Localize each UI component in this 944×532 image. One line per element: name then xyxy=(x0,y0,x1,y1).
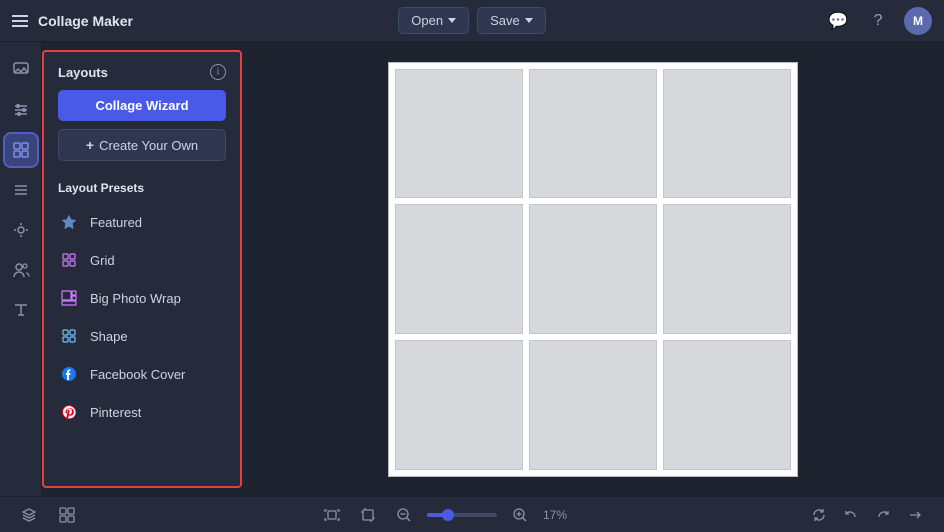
save-button[interactable]: Save xyxy=(477,7,546,34)
preset-label-bigphoto: Big Photo Wrap xyxy=(90,291,181,306)
sidebar-item-list[interactable] xyxy=(5,174,37,206)
help-icon-button[interactable]: ? xyxy=(864,7,892,35)
info-icon[interactable]: i xyxy=(210,64,226,80)
preset-item-grid[interactable]: Grid xyxy=(44,241,240,279)
topbar: Collage Maker Open Save 💬 ? M xyxy=(0,0,944,42)
preset-label-facebook: Facebook Cover xyxy=(90,367,185,382)
canvas-cell xyxy=(663,69,791,199)
forward-icon-button[interactable] xyxy=(902,502,928,528)
plus-icon: + xyxy=(86,137,94,153)
canvas-board xyxy=(388,62,798,477)
preset-item-pinterest[interactable]: Pinterest xyxy=(44,393,240,431)
create-own-button[interactable]: + Create Your Own xyxy=(58,129,226,161)
avatar[interactable]: M xyxy=(904,7,932,35)
canvas-cell xyxy=(395,340,523,470)
layouts-title: Layouts xyxy=(58,65,108,80)
preset-icon-facebook xyxy=(58,363,80,385)
preset-item-facebook[interactable]: Facebook Cover xyxy=(44,355,240,393)
open-button[interactable]: Open xyxy=(398,7,469,34)
bottom-center: 17% xyxy=(319,502,567,528)
preset-item-bigphoto[interactable]: Big Photo Wrap xyxy=(44,279,240,317)
main-area: Layouts i Collage Wizard + Create Your O… xyxy=(0,42,944,496)
sidebar-item-users[interactable] xyxy=(5,254,37,286)
zoom-percent: 17% xyxy=(543,508,567,522)
icon-bar xyxy=(0,42,42,496)
preset-item-shape[interactable]: Shape xyxy=(44,317,240,355)
canvas-cell xyxy=(663,204,791,334)
layout-presets-label: Layout Presets xyxy=(44,175,240,203)
fit-width-icon-button[interactable] xyxy=(319,502,345,528)
collage-wizard-button[interactable]: Collage Wizard xyxy=(58,90,226,121)
open-chevron-icon xyxy=(448,18,456,23)
preset-label-pinterest: Pinterest xyxy=(90,405,141,420)
crop-icon-button[interactable] xyxy=(355,502,381,528)
hamburger-icon[interactable] xyxy=(12,15,28,27)
preset-item-featured[interactable]: Featured xyxy=(44,203,240,241)
layers-icon-button[interactable] xyxy=(16,502,42,528)
grid-view-icon-button[interactable] xyxy=(54,502,80,528)
canvas-cell xyxy=(529,204,657,334)
preset-label-featured: Featured xyxy=(90,215,142,230)
create-own-label: Create Your Own xyxy=(99,138,198,153)
save-label: Save xyxy=(490,13,520,28)
undo-icon-button[interactable] xyxy=(838,502,864,528)
topbar-center: Open Save xyxy=(398,7,545,34)
preset-icon-featured xyxy=(58,211,80,233)
canvas-area xyxy=(242,42,944,496)
sidebar-item-layouts[interactable] xyxy=(5,134,37,166)
zoom-in-icon-button[interactable] xyxy=(507,502,533,528)
open-label: Open xyxy=(411,13,443,28)
chat-icon-button[interactable]: 💬 xyxy=(824,7,852,35)
zoom-slider[interactable] xyxy=(427,513,497,517)
zoom-thumb[interactable] xyxy=(442,509,454,521)
canvas-cell xyxy=(663,340,791,470)
redo-icon-button[interactable] xyxy=(870,502,896,528)
sidebar-item-text[interactable] xyxy=(5,294,37,326)
layouts-header: Layouts i xyxy=(44,52,240,90)
refresh-icon-button[interactable] xyxy=(806,502,832,528)
layouts-panel: Layouts i Collage Wizard + Create Your O… xyxy=(42,50,242,488)
app-title: Collage Maker xyxy=(38,13,133,29)
topbar-right: 💬 ? M xyxy=(546,7,932,35)
canvas-cell xyxy=(395,69,523,199)
topbar-left: Collage Maker xyxy=(12,13,398,29)
save-chevron-icon xyxy=(525,18,533,23)
canvas-cell xyxy=(529,340,657,470)
preset-label-shape: Shape xyxy=(90,329,128,344)
preset-icon-bigphoto xyxy=(58,287,80,309)
preset-icon-pinterest xyxy=(58,401,80,423)
preset-label-grid: Grid xyxy=(90,253,115,268)
zoom-out-icon-button[interactable] xyxy=(391,502,417,528)
canvas-cell xyxy=(529,69,657,199)
canvas-cell xyxy=(395,204,523,334)
bottom-bar: 17% xyxy=(0,496,944,532)
preset-icon-grid xyxy=(58,249,80,271)
bottom-right xyxy=(806,502,928,528)
sidebar-item-effects[interactable] xyxy=(5,214,37,246)
sidebar-item-person[interactable] xyxy=(5,54,37,86)
preset-icon-shape xyxy=(58,325,80,347)
sidebar-item-adjustments[interactable] xyxy=(5,94,37,126)
bottom-left xyxy=(16,502,80,528)
preset-list: Featured Grid Big Photo Wrap Shape Facebook … xyxy=(44,203,240,431)
